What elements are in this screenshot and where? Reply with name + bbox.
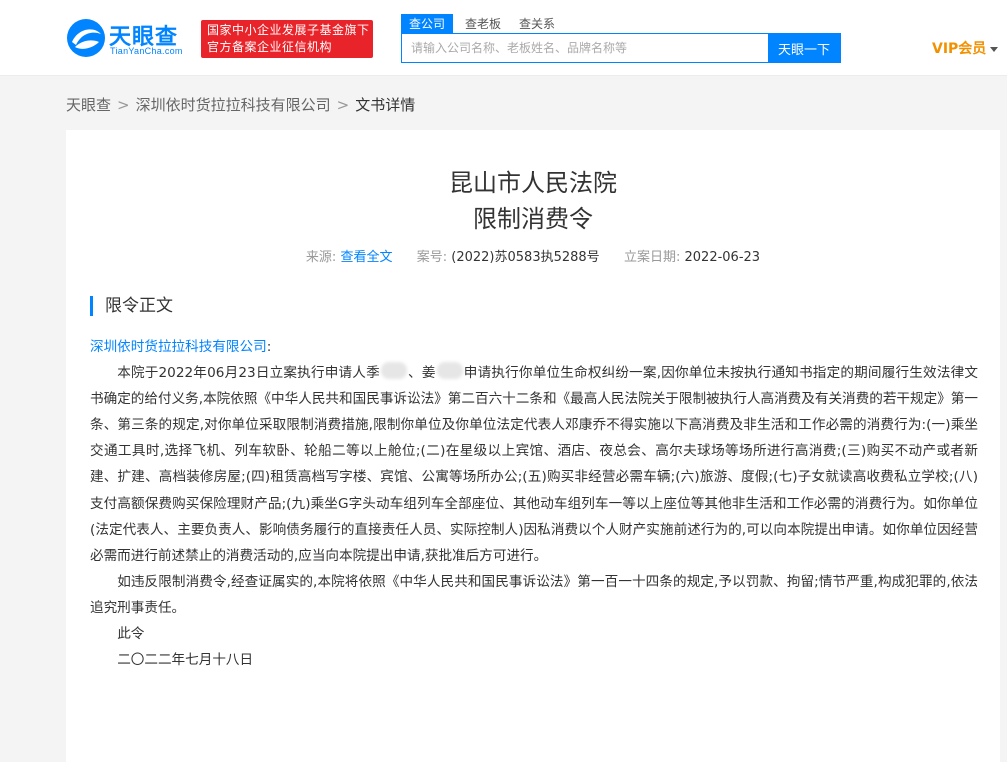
filing-date-label: 立案日期:	[623, 250, 681, 265]
gov-badge-line-1: 国家中小企业发展子基金旗下	[207, 23, 370, 37]
breadcrumb-separator-icon: >	[336, 96, 350, 114]
search-box: 天眼一下	[401, 33, 841, 63]
tab-search-relation[interactable]: 查关系	[519, 14, 555, 34]
top-header: 天眼查 TianYanCha.com 国家中小企业发展子基金旗下 官方备案企业征…	[0, 0, 1007, 76]
tab-search-company[interactable]: 查公司	[401, 14, 454, 34]
tab-search-boss[interactable]: 查老板	[465, 14, 501, 34]
tianyancha-logo[interactable]: 天眼查 TianYanCha.com	[66, 18, 196, 62]
breadcrumb-company[interactable]: 深圳依时货拉拉科技有限公司	[136, 96, 331, 114]
paragraph-1-part-a: 本院于2022年06月23日立案执行申请人季	[117, 365, 380, 382]
gov-badge-line-2: 官方备案企业征信机构	[207, 40, 333, 54]
addressee-line: 深圳依时货拉拉科技有限公司:	[90, 334, 978, 360]
case-number-label: 案号:	[416, 250, 448, 265]
document-date: 二〇二二年七月十八日	[117, 652, 254, 669]
document-card: 昆山市人民法院 限制消费令 来源: 查看全文 案号: (2022)苏0583执5…	[66, 130, 1000, 762]
court-name: 昆山市人民法院	[449, 169, 617, 197]
search-button[interactable]: 天眼一下	[768, 33, 840, 63]
vip-member-menu[interactable]: VIP会员	[932, 38, 999, 58]
search-input[interactable]	[402, 34, 770, 62]
redacted-name-blur	[436, 362, 463, 380]
document-body: 深圳依时货拉拉科技有限公司: 本院于2022年06月23日立案执行申请人季 、姜申…	[90, 334, 978, 673]
gov-badge: 国家中小企业发展子基金旗下 官方备案企业征信机构	[201, 20, 373, 58]
filing-date: 2022-06-23	[684, 250, 761, 265]
addressee-colon: :	[266, 339, 272, 355]
addressee-company-link[interactable]: 深圳依时货拉拉科技有限公司	[90, 339, 267, 355]
breadcrumb: 天眼查 > 深圳依时货拉拉科技有限公司 > 文书详情	[66, 94, 415, 115]
paragraph-1-part-b: 、姜	[407, 365, 436, 382]
logo-subtitle: TianYanCha.com	[110, 46, 183, 56]
section-title: 限令正文	[90, 296, 173, 316]
breadcrumb-current: 文书详情	[355, 96, 416, 114]
paragraph-1-part-c: 申请执行你单位生命权纠纷一案,因你单位未按执行通知书指定的期间履行生效法律文书确…	[90, 365, 978, 564]
caret-down-icon	[990, 46, 999, 52]
paragraph-1: 本院于2022年06月23日立案执行申请人季 、姜 申请执行你单位生命权纠纷一案,因…	[90, 360, 978, 569]
breadcrumb-home[interactable]: 天眼查	[66, 96, 111, 114]
view-full-text-link[interactable]: 查看全文	[340, 250, 392, 265]
closing-line: 此令	[117, 626, 145, 643]
redacted-name-blur	[380, 362, 407, 380]
document-meta: 来源: 查看全文 案号: (2022)苏0583执5288号 立案日期: 202…	[66, 246, 1000, 265]
logo-eye-icon	[67, 19, 105, 57]
breadcrumb-separator-icon: >	[117, 96, 130, 114]
document-title: 限制消费令	[473, 205, 593, 233]
case-number: (2022)苏0583执5288号	[451, 250, 600, 265]
vip-label: VIP会员	[932, 41, 987, 57]
source-label: 来源:	[305, 250, 337, 265]
paragraph-2: 如违反限制消费令,经查证属实的,本院将依照《中华人民共和国民事诉讼法》第一百一十…	[90, 573, 978, 616]
